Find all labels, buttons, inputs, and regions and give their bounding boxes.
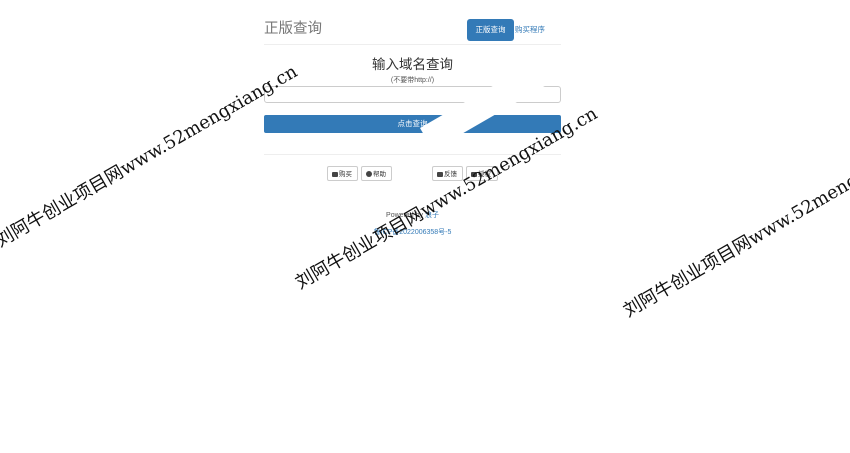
page-title: 输入域名查询 <box>372 57 453 72</box>
powered-prefix: Powered by <box>386 212 425 219</box>
info-circle-icon <box>366 171 372 178</box>
divider <box>264 154 561 155</box>
header: 正版查询 正版查询 购买程序 <box>264 0 561 45</box>
input-hint: (不要带http://) <box>390 77 435 84</box>
author-link[interactable]: 浪子 <box>425 212 439 219</box>
buy-button[interactable]: 购买 <box>327 166 358 181</box>
card-icon <box>471 171 477 177</box>
help-button[interactable]: 帮助 <box>361 166 392 181</box>
domain-input[interactable] <box>264 86 561 103</box>
watermark-text: 刘阿牛创业项目网www.52mengxiang.cn <box>0 61 302 252</box>
tab-buy-program[interactable]: 购买程序 <box>515 19 545 41</box>
feedback-button[interactable]: 反馈 <box>432 166 463 181</box>
license-button[interactable]: 授权 <box>466 166 498 181</box>
card-icon <box>332 171 338 177</box>
watermark-text: 刘阿牛创业项目网www.52mengxiang.cn <box>620 131 850 322</box>
card-icon <box>437 171 443 177</box>
query-button[interactable]: 点击查询 <box>264 115 561 133</box>
powered-by: Powered by 浪子 <box>264 210 561 220</box>
icp-link[interactable]: 鲁ICP备2022006358号-5 <box>264 227 561 237</box>
brand-title[interactable]: 正版查询 <box>264 17 322 38</box>
main-container: 正版查询 正版查询 购买程序 输入域名查询 (不要带http://) 点击查询 … <box>264 0 561 236</box>
tab-genuine-query[interactable]: 正版查询 <box>467 19 514 41</box>
